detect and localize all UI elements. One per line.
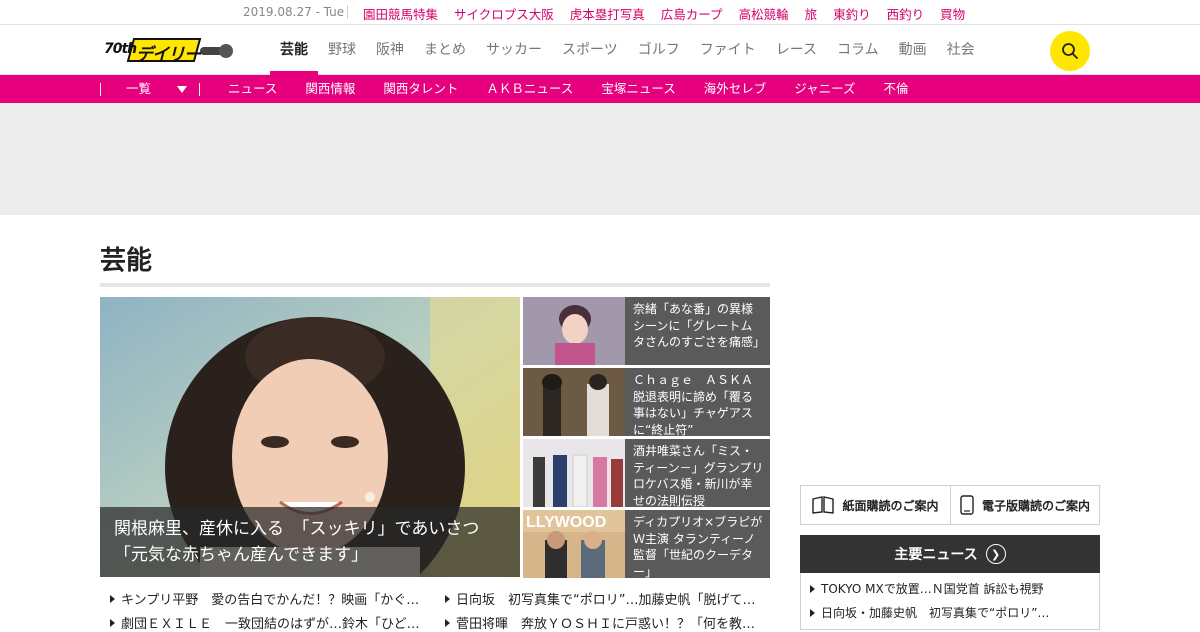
headline-text: 菅田将暉 奔放ＹＯＳＨＩに戸惑い！？「何を教… [456, 617, 756, 632]
nav-yakyu[interactable]: 野球 [318, 25, 366, 75]
subnav-links: ニュース 関西情報 関西タレント ＡＫＢニュース 宝塚ニュース 海外セレブ ジャ… [228, 75, 937, 103]
subnav-akb[interactable]: ＡＫＢニュース [486, 75, 573, 103]
side-story[interactable]: LLYWOOD ディカプリオ×ブラピがＷ主演 タランティーノ監督「世紀のクーデタ… [523, 510, 770, 578]
main-nav: 芸能 野球 阪神 まとめ サッカー スポーツ ゴルフ ファイト レース コラム … [270, 25, 985, 75]
chevron-right-icon [110, 618, 115, 627]
newspaper-icon [812, 496, 835, 514]
side-story-title: 奈緒「あな番」の異様シーンに「グレートムタさんのすごさを痛感」 [633, 302, 766, 349]
story-thumbnail [523, 439, 625, 507]
utility-link-tora-hr[interactable]: 虎本塁打写真 [570, 4, 645, 23]
nav-soccer[interactable]: サッカー [476, 25, 552, 75]
nav-fight[interactable]: ファイト [690, 25, 766, 75]
category-subnav: 一覧 ニュース 関西情報 関西タレント ＡＫＢニュース 宝塚ニュース 海外セレブ… [0, 75, 1200, 103]
nav-video[interactable]: 動画 [889, 25, 937, 75]
utility-link-travel[interactable]: 旅 [805, 4, 818, 23]
side-story[interactable]: 奈緒「あな番」の異様シーンに「グレートムタさんのすごさを痛感」 [523, 297, 770, 365]
nav-golf[interactable]: ゴルフ [628, 25, 690, 75]
utility-link-cyclops[interactable]: サイクロプス大阪 [454, 4, 554, 23]
subnav-takarazuka[interactable]: 宝塚ニュース [601, 75, 675, 103]
digital-subscription-label: 電子版購読のご案内 [981, 498, 1090, 513]
side-story-title: ディカプリオ×ブラピがＷ主演 タランティーノ監督「世紀のクーデター」 [633, 515, 763, 578]
list-item[interactable]: 劇団ＥＸＩＬＥ 一致団結のはずが…鈴木「ひど… [110, 613, 420, 632]
subnav-kansai-talent[interactable]: 関西タレント [383, 75, 458, 103]
logo-badge: 70th [104, 41, 137, 57]
divider [199, 83, 200, 96]
paper-subscription-label: 紙面購読のご案内 [842, 498, 939, 513]
subnav-celeb[interactable]: 海外セレブ [704, 75, 767, 103]
major-news-headline: 日向坂・加藤史帆 初写真集で“ポロリ”… [821, 606, 1050, 620]
list-dropdown-label: 一覧 [126, 81, 152, 96]
chevron-right-icon [445, 594, 450, 603]
major-news-headline: TOKYO MXで放置…Ｎ国党首 訴訟も視野 [821, 582, 1044, 596]
nav-column[interactable]: コラム [827, 25, 889, 75]
headline-text: キンプリ平野 愛の告白でかんだ！？映画「かぐ… [121, 593, 420, 608]
divider [100, 83, 101, 96]
search-button[interactable] [1050, 31, 1090, 71]
utility-link-west-fishing[interactable]: 西釣り [887, 4, 925, 23]
list-item[interactable]: 菅田将暉 奔放ＹＯＳＨＩに戸惑い！？「何を教… [445, 613, 755, 632]
major-news-title: 主要ニュース [894, 547, 978, 563]
story-thumbnail [523, 297, 625, 365]
chevron-right-icon [445, 618, 450, 627]
hero-story[interactable]: 関根麻里、産休に入る 「スッキリ」であいさつ「元気な赤ちゃん産んできます」 [100, 297, 520, 577]
site-header: 70th デイリー 芸能 野球 阪神 まとめ サッカー スポーツ ゴルフ ファイ… [0, 25, 1200, 75]
side-story-title: Ｃｈａｇｅ ＡＳＫＡ脱退表明に諦め「覆る事はない」チャゲアスに“終止符” [633, 373, 754, 436]
site-logo[interactable]: 70th デイリー [104, 35, 234, 65]
svg-text:LLYWOOD: LLYWOOD [526, 514, 606, 531]
list-item[interactable]: キンプリ平野 愛の告白でかんだ！？映画「かぐ… [110, 589, 419, 608]
subnav-furin[interactable]: 不倫 [883, 75, 908, 103]
subnav-news[interactable]: ニュース [228, 75, 277, 103]
side-story[interactable]: Ｃｈａｇｅ ＡＳＫＡ脱退表明に諦め「覆る事はない」チャゲアスに“終止符” [523, 368, 770, 436]
utility-links: 園田競馬特集 サイクロプス大阪 虎本塁打写真 広島カープ 高松競輪 旅 東釣り … [363, 4, 981, 23]
side-story-title: 酒井唯菜さん「ミス・ティーン－」グランプリ ロケバス婚・新川が幸せの法則伝授 [633, 444, 764, 507]
list-dropdown[interactable]: 一覧 [126, 75, 188, 103]
hero-caption: 関根麻里、産休に入る 「スッキリ」であいさつ「元気な赤ちゃん産んできます」 [100, 507, 520, 577]
current-date: 2019.08.27 - Tue [243, 5, 345, 19]
nav-matome[interactable]: まとめ [414, 25, 476, 75]
subnav-kansai-info[interactable]: 関西情報 [305, 75, 355, 103]
chevron-down-icon [177, 85, 188, 93]
nav-hanshin[interactable]: 阪神 [366, 25, 414, 75]
story-thumbnail: LLYWOOD [523, 510, 625, 578]
nav-race[interactable]: レース [766, 25, 827, 75]
chevron-right-icon: ❯ [985, 544, 1006, 564]
headline-text: 日向坂 初写真集で“ポロリ”…加藤史帆「脱げて… [456, 593, 756, 608]
subnav-johnnys[interactable]: ジャニーズ [794, 75, 855, 103]
utility-link-carp[interactable]: 広島カープ [661, 4, 723, 23]
list-item[interactable]: 日向坂・加藤史帆 初写真集で“ポロリ”… [810, 604, 1049, 621]
page-title: 芸能 [100, 246, 153, 276]
utility-bar: 2019.08.27 - Tue 園田競馬特集 サイクロプス大阪 虎本塁打写真 … [0, 0, 1200, 25]
headline-text: 劇団ＥＸＩＬＥ 一致団結のはずが…鈴木「ひど… [121, 617, 420, 632]
nav-geinou[interactable]: 芸能 [270, 25, 318, 75]
logo-wordmark: デイリー [136, 45, 201, 65]
subscription-box: 紙面購読のご案内 電子版購読のご案内 [800, 485, 1100, 525]
paper-subscription-button[interactable]: 紙面購読のご案内 [801, 486, 950, 524]
utility-link-sonoda[interactable]: 園田競馬特集 [363, 4, 438, 23]
major-news-list: TOKYO MXで放置…Ｎ国党首 訴訟も視野 日向坂・加藤史帆 初写真集で“ポロ… [800, 573, 1100, 630]
search-icon [1062, 43, 1078, 59]
utility-link-east-fishing[interactable]: 東釣り [833, 4, 871, 23]
chevron-right-icon [110, 594, 115, 603]
title-underline [100, 283, 770, 287]
utility-link-shopping[interactable]: 買物 [940, 4, 965, 23]
nav-society[interactable]: 社会 [937, 25, 985, 75]
nav-sports[interactable]: スポーツ [552, 25, 628, 75]
divider [347, 5, 348, 19]
list-item[interactable]: TOKYO MXで放置…Ｎ国党首 訴訟も視野 [810, 580, 1044, 597]
utility-link-keirin[interactable]: 高松競輪 [739, 4, 789, 23]
major-news-header[interactable]: 主要ニュース ❯ [800, 535, 1100, 573]
list-item[interactable]: 日向坂 初写真集で“ポロリ”…加藤史帆「脱げて… [445, 589, 755, 608]
tablet-icon [960, 495, 974, 515]
ad-banner-area [0, 103, 1200, 215]
side-story[interactable]: 酒井唯菜さん「ミス・ティーン－」グランプリ ロケバス婚・新川が幸せの法則伝授 [523, 439, 770, 507]
chevron-right-icon [810, 584, 815, 593]
story-thumbnail [523, 368, 625, 436]
chevron-right-icon [810, 608, 815, 617]
digital-subscription-button[interactable]: 電子版購読のご案内 [950, 486, 1099, 524]
